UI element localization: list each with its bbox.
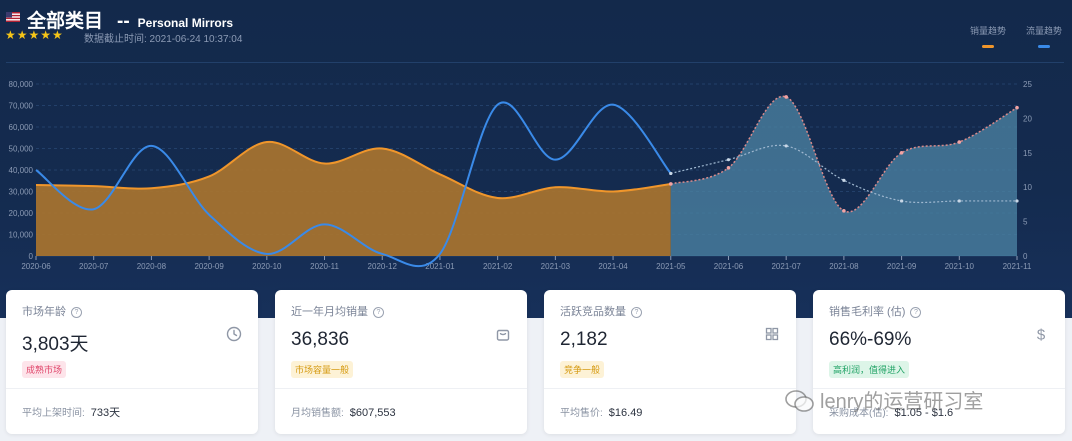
- card-monthly-sales: 近一年月均销量? 36,836 市场容量一般 月均销售额: $607,553: [275, 290, 527, 434]
- grid-icon: [765, 327, 779, 341]
- legend-traffic-trend[interactable]: 流量趋势: [1022, 24, 1066, 48]
- market-overview-panel: 全部类目 -- Personal Mirrors ★★★★★ 数据截止时间: 202…: [0, 0, 1072, 318]
- x-tick-label: 2021-08: [829, 262, 859, 271]
- help-icon[interactable]: ?: [910, 307, 922, 318]
- data-timestamp: 数据截止时间: 2021-06-24 10:37:04: [84, 34, 243, 45]
- sales-area-historical: [36, 141, 671, 256]
- y-right-tick-label: 10: [1023, 183, 1032, 192]
- y-right-tick-label: 20: [1023, 114, 1032, 123]
- x-tick-label: 2021-06: [714, 262, 744, 271]
- card-divider: [544, 388, 796, 389]
- sales-forecast-point: [1015, 105, 1019, 110]
- sales-area-forecast: [670, 96, 1017, 256]
- card-value: 3,803天: [22, 334, 89, 355]
- sales-forecast-point: [668, 182, 673, 186]
- x-tick-label: 2020-10: [252, 262, 282, 271]
- card-divider: [6, 388, 258, 389]
- card-value: 2,182: [560, 329, 608, 350]
- header-divider: [6, 62, 1064, 63]
- sales-forecast-point: [842, 209, 846, 213]
- card-footer: 平均售价: $16.49: [560, 407, 643, 419]
- category-subtitle: Personal Mirrors: [137, 16, 234, 30]
- x-tick-label: 2020-12: [368, 262, 398, 271]
- legend-sales-label: 销量趋势: [969, 26, 1006, 36]
- traffic-forecast-point: [957, 199, 961, 203]
- help-icon[interactable]: ?: [71, 307, 82, 318]
- sales-forecast-point: [726, 166, 731, 170]
- legend-sales-trend[interactable]: 销量趋势: [966, 24, 1010, 48]
- x-tick-label: 2021-03: [541, 262, 571, 271]
- dollar-icon: $: [1037, 327, 1046, 343]
- card-label: 活跃竞品数量?: [560, 303, 642, 319]
- traffic-forecast-point: [1015, 199, 1019, 203]
- watermark-text: lenry的运营研习室: [820, 391, 984, 413]
- shopping-bag-icon: [496, 329, 510, 341]
- card-label: 近一年月均销量?: [291, 303, 384, 319]
- help-icon[interactable]: ?: [373, 307, 384, 318]
- status-badge: 成熟市场: [22, 361, 67, 378]
- y-right-tick-label: 25: [1023, 80, 1032, 89]
- legend-traffic-label: 流量趋势: [1025, 26, 1062, 36]
- help-icon[interactable]: ?: [631, 307, 642, 318]
- traffic-forecast-point: [842, 178, 846, 182]
- traffic-forecast-point: [784, 144, 788, 148]
- x-tick-label: 2020-07: [79, 262, 109, 271]
- traffic-forecast-point: [726, 158, 731, 162]
- card-value: 66%-69%: [829, 329, 912, 350]
- x-tick-label: 2020-09: [194, 262, 224, 271]
- sales-forecast-point: [784, 95, 788, 99]
- traffic-forecast-point: [669, 171, 673, 176]
- x-tick-label: 2020-11: [310, 262, 339, 271]
- card-value: 36,836: [291, 329, 350, 350]
- title-separator: --: [117, 11, 130, 32]
- y-left-tick-label: 20,000: [9, 209, 34, 218]
- x-tick-label: 2021-11: [1003, 262, 1032, 271]
- status-badge: 高利润，值得进入: [829, 361, 910, 378]
- card-divider: [275, 388, 527, 389]
- x-tick-label: 2021-10: [945, 262, 975, 271]
- legend-sales-swatch: [982, 45, 994, 48]
- trend-chart[interactable]: 0 10,000 20,000 30,000 40,000 50,000 60,000 70,…: [0, 70, 1072, 275]
- y-left-tick-label: 70,000: [9, 102, 34, 111]
- card-footer: 月均销售额: $607,553: [291, 407, 396, 419]
- wechat-icon: [785, 390, 814, 412]
- y-right-tick-label: 5: [1023, 218, 1028, 227]
- y-right-tick-label: 0: [1023, 252, 1028, 261]
- y-left-tick-label: 40,000: [9, 166, 34, 175]
- us-flag-icon: [6, 12, 20, 22]
- card-footer: 平均上架时间: 733天: [22, 407, 121, 419]
- card-label: 销售毛利率 (估)?: [829, 303, 922, 319]
- y-left-tick-label: 30,000: [9, 188, 34, 197]
- card-active-competitors: 活跃竞品数量? 2,182 竞争一般 平均售价: $16.49: [544, 290, 796, 434]
- card-label: 市场年龄?: [22, 303, 82, 319]
- x-tick-label: 2021-02: [483, 262, 513, 271]
- y-left-tick-label: 0: [29, 252, 34, 261]
- x-tick-label: 2021-04: [598, 262, 628, 271]
- x-tick-label: 2021-07: [771, 262, 801, 271]
- legend-traffic-swatch: [1038, 45, 1050, 48]
- status-badge: 竞争一般: [560, 361, 605, 378]
- sales-forecast-point: [899, 151, 904, 155]
- card-market-age: 市场年龄? 3,803天 成熟市场 平均上架时间: 733天: [6, 290, 258, 434]
- y-right-tick-label: 15: [1023, 149, 1032, 158]
- x-tick-label: 2020-08: [137, 262, 167, 271]
- y-left-tick-label: 60,000: [9, 123, 34, 132]
- status-badge: 市场容量一般: [291, 361, 354, 378]
- clock-icon: [226, 326, 242, 342]
- x-tick-label: 2021-05: [656, 262, 686, 271]
- rating-stars: ★★★★★: [5, 28, 64, 42]
- svg-text:$: $: [1037, 327, 1046, 343]
- y-left-tick-label: 50,000: [9, 145, 34, 154]
- sales-forecast-point: [957, 140, 962, 144]
- traffic-forecast-point: [899, 199, 904, 203]
- x-tick-label: 2020-06: [21, 262, 51, 271]
- y-left-tick-label: 10,000: [9, 231, 34, 240]
- y-left-tick-label: 80,000: [9, 80, 34, 89]
- x-tick-label: 2021-09: [887, 262, 917, 271]
